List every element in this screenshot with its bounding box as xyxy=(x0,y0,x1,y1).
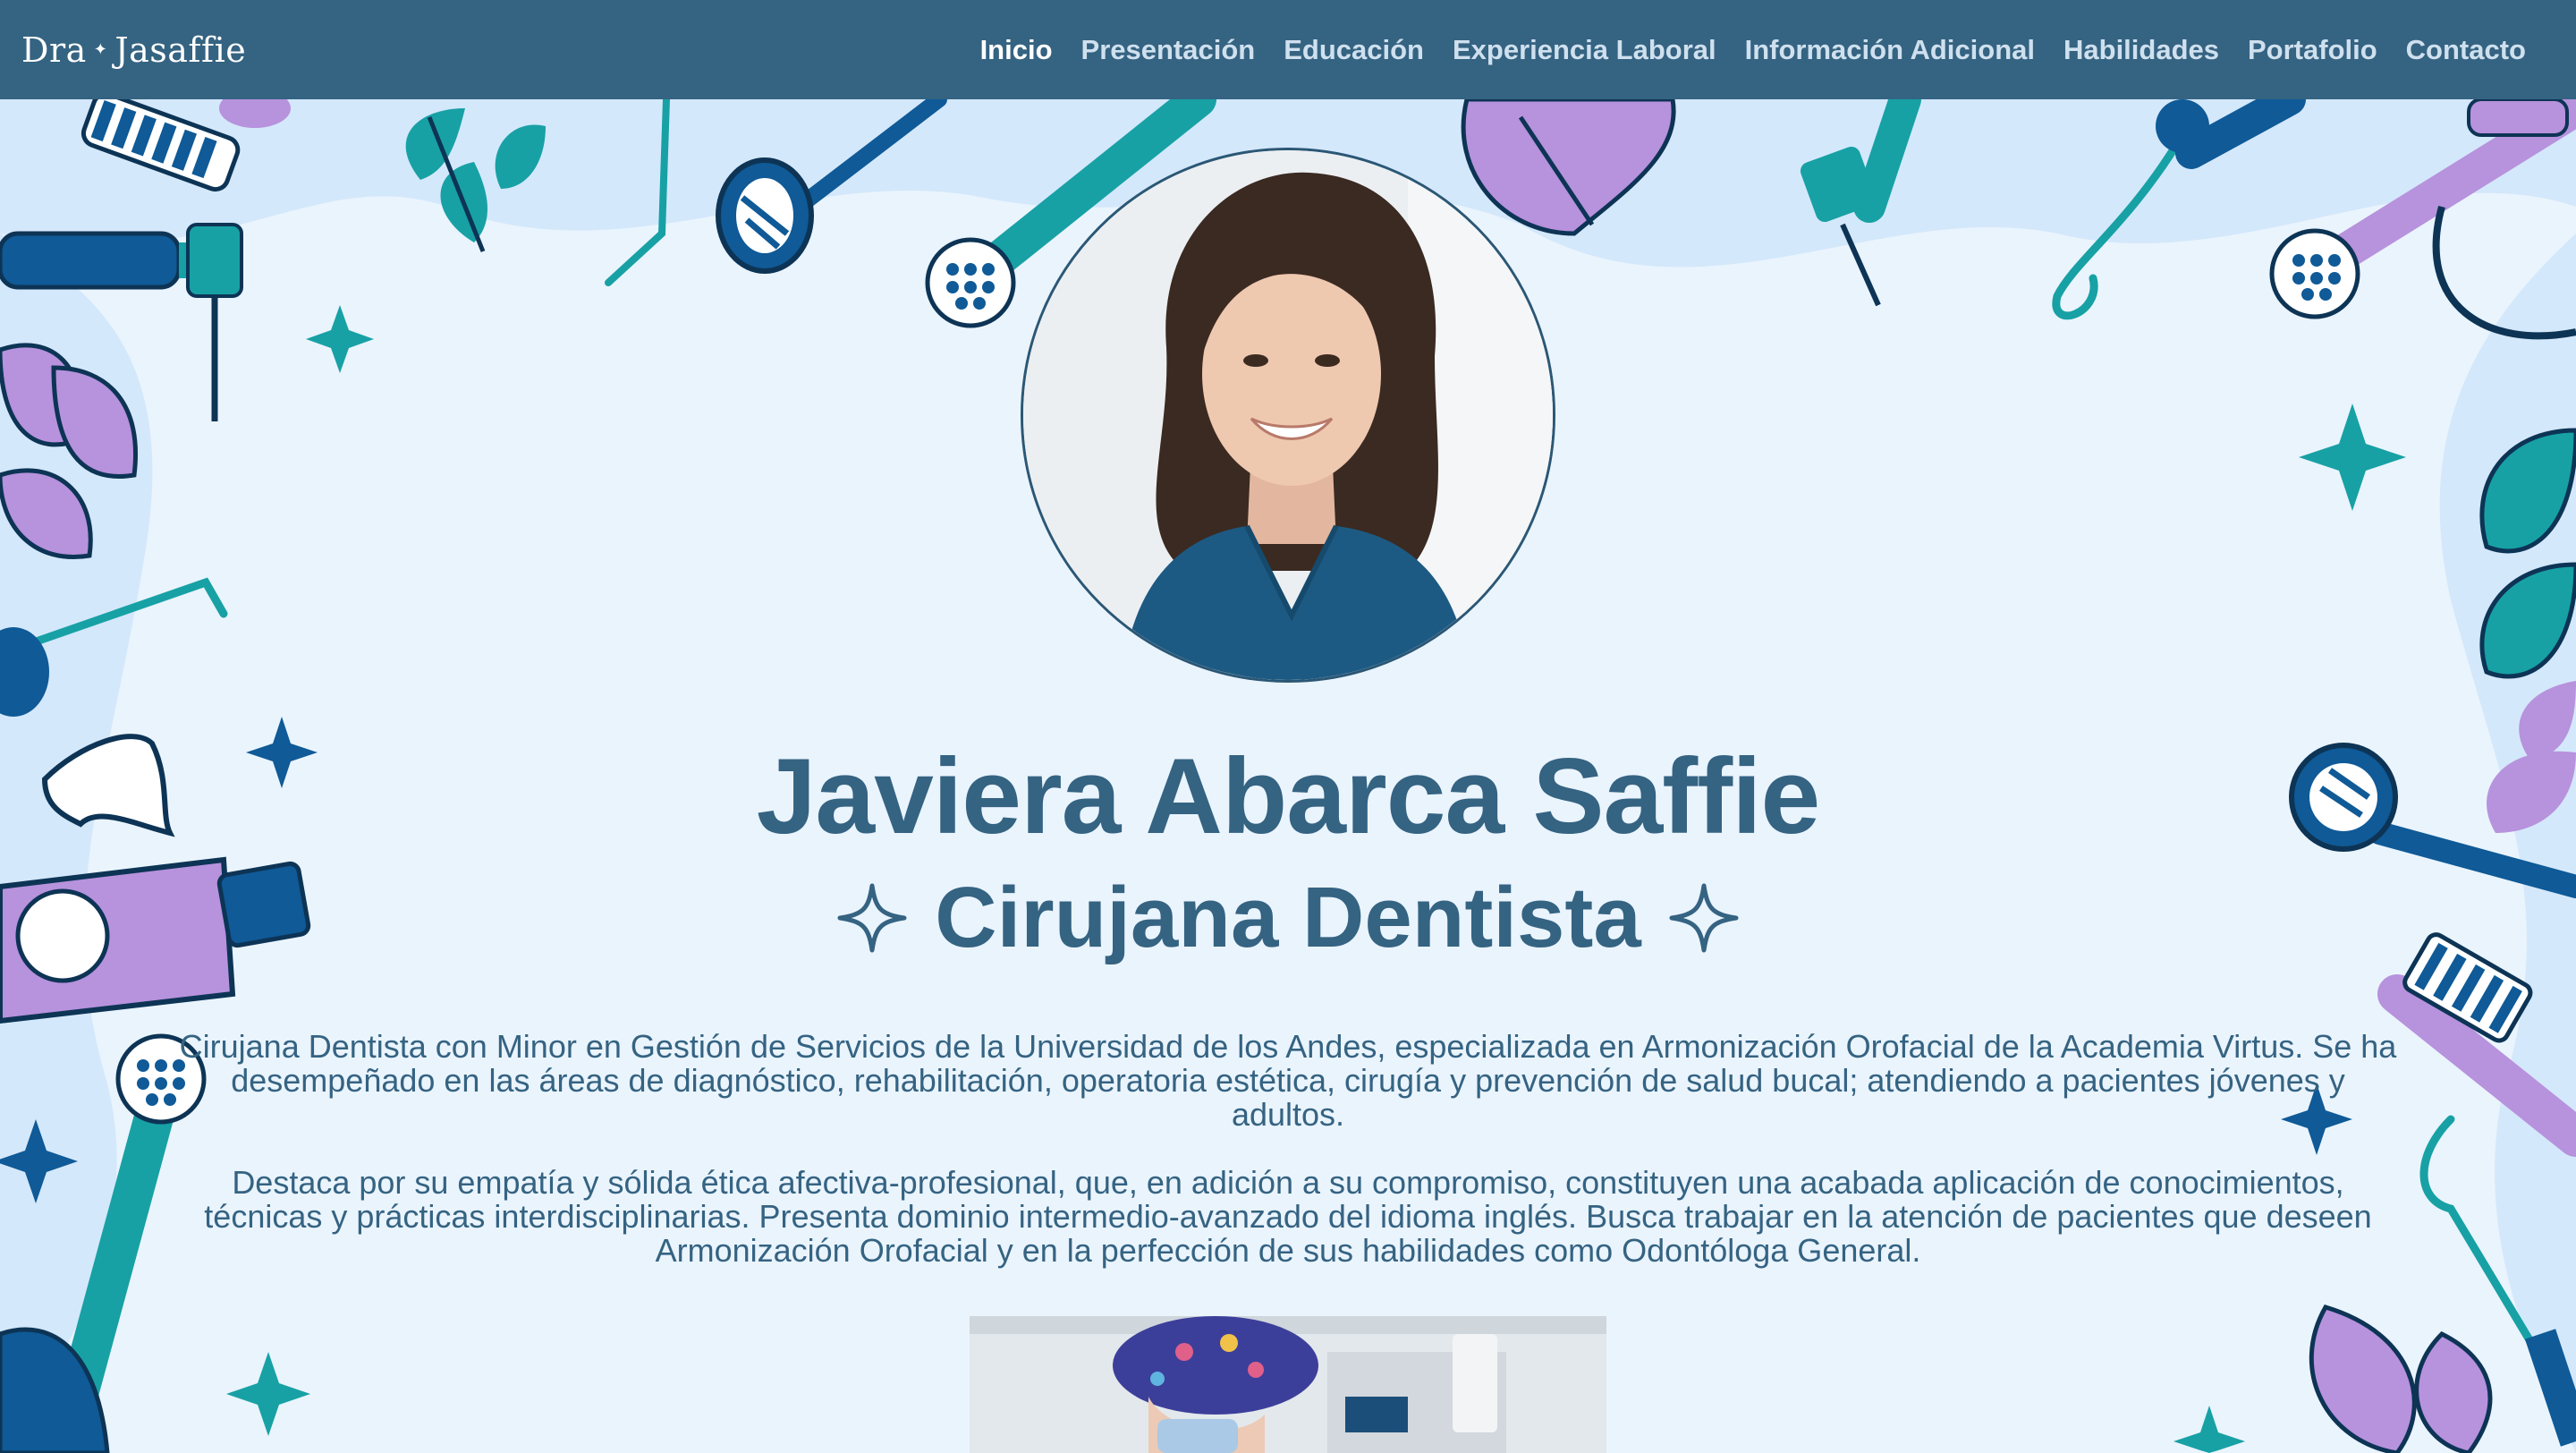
main-nav: Inicio Presentación Educación Experienci… xyxy=(966,34,2540,66)
sparkle-icon xyxy=(837,883,907,953)
logo-text: Dra xyxy=(21,30,87,70)
clinic-photo xyxy=(970,1316,1606,1453)
nav-item-portafolio[interactable]: Portafolio xyxy=(2233,34,2392,66)
nav-item-experiencia-laboral[interactable]: Experiencia Laboral xyxy=(1438,34,1731,66)
nav-item-habilidades[interactable]: Habilidades xyxy=(2049,34,2233,66)
bio-paragraph: Destaca por su empatía y sólida ética af… xyxy=(204,1164,2372,1269)
top-navbar: Dra ✦ Jasaffie Inicio Presentación Educa… xyxy=(0,0,2576,99)
nav-item-contacto[interactable]: Contacto xyxy=(2392,34,2540,66)
nav-item-informacion-adicional[interactable]: Información Adicional xyxy=(1731,34,2049,66)
bio-paragraph: Cirujana Dentista con Minor en Gestión d… xyxy=(179,1028,2397,1133)
logo-text-2: Jasaffie xyxy=(114,30,247,70)
site-logo[interactable]: Dra ✦ Jasaffie xyxy=(21,30,246,70)
nav-item-inicio[interactable]: Inicio xyxy=(966,34,1067,66)
profession-title: Cirujana Dentista xyxy=(935,870,1641,965)
logo-dot-icon: ✦ xyxy=(93,40,108,59)
bio-text: Cirujana Dentista con Minor en Gestión d… xyxy=(179,1030,2397,1268)
nav-item-educacion[interactable]: Educación xyxy=(1269,34,1438,66)
profession-title-row: Cirujana Dentista xyxy=(0,869,2576,967)
sparkle-icon xyxy=(1669,883,1739,953)
profile-photo xyxy=(1021,148,1555,683)
doctor-name: Javiera Abarca Saffie xyxy=(756,736,1821,856)
nav-item-presentacion[interactable]: Presentación xyxy=(1067,34,1270,66)
hero-section: Javiera Abarca Saffie Cirujana Dentista … xyxy=(0,99,2576,1453)
